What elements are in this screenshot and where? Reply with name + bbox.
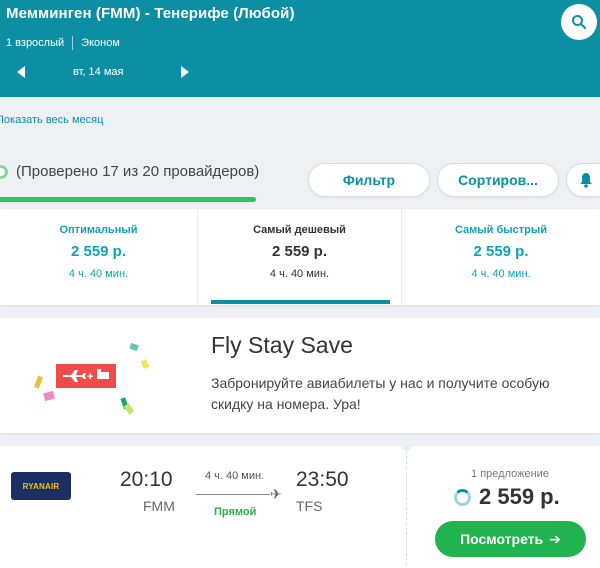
providers-checked-text: (Проверено 17 из 20 провайдеров) (16, 163, 260, 180)
next-date-icon[interactable] (181, 66, 189, 78)
separator (72, 36, 74, 50)
tab-duration: 4 ч. 40 мин. (269, 268, 330, 280)
sort-tabs: Оптимальный 2 559 р. 4 ч. 40 мин. Самый … (0, 209, 600, 305)
bell-icon (580, 173, 592, 188)
price-alert-button[interactable] (566, 163, 600, 197)
tab-fastest[interactable]: Самый быстрый 2 559 р. 4 ч. 40 мин. (402, 209, 600, 305)
passengers-count: 1 взрослый (6, 37, 65, 49)
price-value: 2 559 р. (479, 484, 560, 509)
filter-button[interactable]: Фильтр (308, 163, 430, 197)
progress-bar (0, 197, 256, 202)
plane-icon: ✈ (270, 486, 282, 502)
route-title[interactable]: Мемминген (FMM) - Тенерифе (Любой) (6, 5, 295, 22)
view-offer-label: Посмотреть (460, 531, 544, 547)
view-offer-button[interactable]: Посмотреть ➔ (435, 521, 586, 557)
tab-title: Самый дешевый (253, 224, 346, 236)
tab-price: 2 559 р. (473, 243, 529, 260)
search-button[interactable] (561, 4, 597, 40)
flight-result-card[interactable]: RYANAIR 20:10 FMM 4 ч. 40 мин. ✈ Прямой … (0, 440, 600, 568)
tab-title: Самый быстрый (454, 224, 548, 236)
arrival-airport: TFS (296, 498, 323, 514)
search-progress: (Проверено 17 из 20 провайдеров) (0, 160, 294, 206)
route-line (196, 494, 270, 495)
offer-count: 1 предложение (471, 468, 549, 480)
svg-text:+: + (87, 371, 93, 383)
show-month-link[interactable]: Показать весь месяц (0, 114, 103, 126)
airline-logo: RYANAIR (11, 472, 71, 500)
loading-spinner-icon (454, 488, 471, 506)
tab-duration: 4 ч. 40 мин. (68, 268, 129, 280)
departure-airport: FMM (143, 498, 175, 514)
active-tab-indicator (211, 300, 390, 304)
promo-description: Забронируйте авиабилеты у нас и получите… (211, 375, 550, 412)
tab-duration: 4 ч. 40 мин. (471, 268, 531, 280)
search-icon (572, 15, 586, 29)
progress-indicator-icon (0, 165, 8, 179)
tab-optimal[interactable]: Оптимальный 2 559 р. 4 ч. 40 мин. (0, 209, 197, 305)
tab-price: 2 559 р. (271, 243, 328, 260)
promo-title: Fly Stay Save (211, 332, 353, 358)
tab-title: Оптимальный (59, 224, 138, 236)
arrow-right-icon: ➔ (549, 530, 561, 547)
selected-date[interactable]: вт, 14 мая (73, 66, 123, 78)
flight-duration: 4 ч. 40 мин. (205, 470, 265, 482)
ticket-divider (406, 446, 407, 568)
tab-cheapest[interactable]: Самый дешевый 2 559 р. 4 ч. 40 мин. (197, 209, 402, 305)
cabin-class: Эконом (81, 37, 120, 49)
search-summary[interactable]: 1 взрослый Эконом (6, 36, 120, 50)
sort-button[interactable]: Сортиров... (437, 163, 559, 197)
promo-banner[interactable]: + Fly Stay Save Забронируйте авиабилеты … (0, 318, 600, 433)
tab-price: 2 559 р. (70, 243, 127, 260)
flight-hotel-illustration: + (34, 342, 150, 415)
header: Мемминген (FMM) - Тенерифе (Любой) 1 взр… (0, 0, 600, 97)
flight-price: 2 559 р. (454, 484, 560, 510)
stops-label: Прямой (214, 506, 257, 518)
arrival-time: 23:50 (296, 468, 349, 491)
departure-time: 20:10 (120, 468, 173, 491)
previous-date-icon[interactable] (17, 66, 25, 78)
date-navigator: вт, 14 мая (0, 60, 200, 86)
